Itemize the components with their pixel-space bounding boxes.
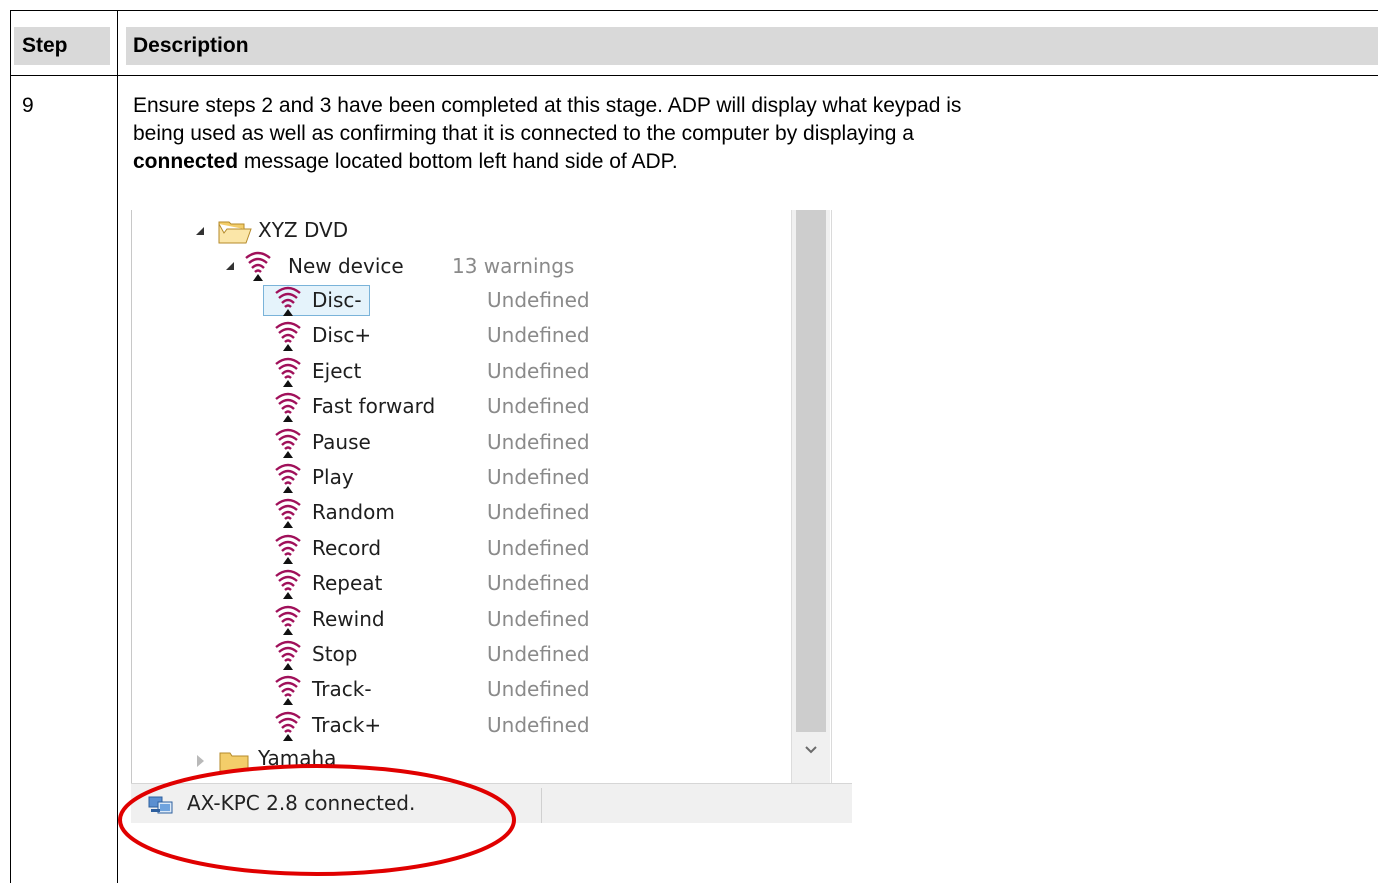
tree-item-value: Undefined	[487, 323, 590, 348]
tree-scrollbar[interactable]	[791, 210, 830, 783]
tree-item-value: Undefined	[487, 358, 590, 383]
tree-item[interactable]: Fast forward Undefined	[131, 390, 731, 424]
infrared-signal-icon	[273, 604, 303, 636]
tree-item[interactable]: Stop Undefined	[131, 638, 731, 672]
tree-item-value: Undefined	[487, 677, 590, 702]
step-number: 9	[22, 94, 34, 117]
tree-item[interactable]: Record Undefined	[131, 532, 731, 566]
tree-item[interactable]: Disc- Undefined	[131, 284, 731, 318]
tree-item-label: Play	[312, 465, 354, 489]
tree-item-value: Undefined	[487, 288, 590, 312]
tree-item-value: Undefined	[487, 642, 590, 666]
highlight-ellipse	[118, 764, 516, 876]
expand-arrow-icon[interactable]	[196, 227, 204, 235]
table-left-border	[10, 10, 11, 883]
tree-item-label: Pause	[312, 429, 371, 454]
header-description: Description	[133, 34, 249, 57]
infrared-signal-icon	[273, 639, 303, 671]
tree-item[interactable]: Track+ Undefined	[131, 709, 731, 743]
description-line-3: connected message located bottom left ha…	[133, 150, 678, 174]
description-line-1: Ensure steps 2 and 3 have been completed…	[133, 94, 962, 117]
infrared-signal-icon	[273, 427, 303, 459]
tree-node-root[interactable]: XYZ DVD	[131, 214, 531, 248]
tree-item[interactable]: Play Undefined	[131, 461, 731, 495]
tree-item-label: Fast forward	[312, 394, 436, 419]
tree-item-value: Undefined	[487, 429, 590, 454]
panel-right-border	[831, 210, 832, 792]
tree-item-label: Track-	[312, 677, 372, 702]
infrared-signal-icon	[273, 674, 303, 706]
tree-item-label: Disc-	[312, 288, 362, 312]
description-line-2: being used as well as confirming that it…	[133, 122, 914, 145]
tree-item-value: Undefined	[487, 535, 590, 560]
tree-item-value: Undefined	[487, 606, 590, 631]
table-column-divider	[117, 10, 118, 883]
infrared-signal-icon	[273, 285, 303, 317]
infrared-signal-icon	[273, 356, 303, 388]
tree-item-label: Record	[312, 535, 382, 560]
tree-item-label: Eject	[312, 358, 362, 383]
tree-item-label: Stop	[312, 642, 358, 666]
tree-item-value: Undefined	[487, 465, 590, 489]
tree-item[interactable]: Rewind Undefined	[131, 603, 731, 637]
infrared-signal-icon	[273, 533, 303, 565]
scroll-down-arrow-icon[interactable]	[803, 742, 819, 758]
infrared-signal-icon	[273, 462, 303, 494]
tree-item-label: Rewind	[312, 606, 385, 631]
tree-item-value: Undefined	[487, 394, 590, 419]
tree-item[interactable]: Eject Undefined	[131, 355, 731, 389]
tree-item[interactable]: Track- Undefined	[131, 673, 731, 707]
tree-view: XYZ DVD New device 13 warnings Disc- Unde…	[131, 210, 791, 783]
tree-item-label: Track+	[312, 712, 382, 737]
scrollbar-thumb[interactable]	[796, 210, 826, 732]
adp-screenshot: XYZ DVD New device 13 warnings Disc- Unde…	[131, 210, 852, 823]
tree-item[interactable]: Random Undefined	[131, 496, 731, 530]
infrared-signal-icon	[273, 568, 303, 600]
tree-item[interactable]: Disc+ Undefined	[131, 319, 731, 353]
expand-arrow-icon[interactable]	[226, 262, 234, 270]
table-header-divider	[10, 75, 1378, 76]
header-step: Step	[22, 34, 68, 57]
status-bar-separator	[541, 788, 542, 823]
device-label: New device	[288, 254, 404, 278]
device-status: 13 warnings	[452, 254, 575, 278]
tree-item-label: Repeat	[312, 571, 383, 596]
header-band-description	[126, 27, 1378, 65]
infrared-signal-icon	[273, 710, 303, 742]
tree-item-value: Undefined	[487, 571, 590, 596]
infrared-signal-icon	[273, 320, 303, 352]
folder-icon	[218, 219, 252, 245]
infrared-signal-icon	[273, 497, 303, 529]
tree-item-value: Undefined	[487, 500, 590, 525]
tree-node-device[interactable]: New device 13 warnings	[131, 248, 631, 282]
root-label: XYZ DVD	[258, 218, 349, 242]
tree-item-label: Random	[312, 500, 395, 525]
tree-item-label: Disc+	[312, 323, 372, 348]
connected-keyword: connected	[133, 150, 239, 173]
tree-item[interactable]: Repeat Undefined	[131, 567, 731, 601]
table-top-border	[10, 10, 1378, 11]
description-line-3-rest: message located bottom left hand side of…	[238, 150, 678, 173]
tree-item[interactable]: Pause Undefined	[131, 426, 731, 460]
device-signal-icon	[243, 250, 273, 282]
infrared-signal-icon	[273, 391, 303, 423]
tree-item-value: Undefined	[487, 712, 590, 737]
